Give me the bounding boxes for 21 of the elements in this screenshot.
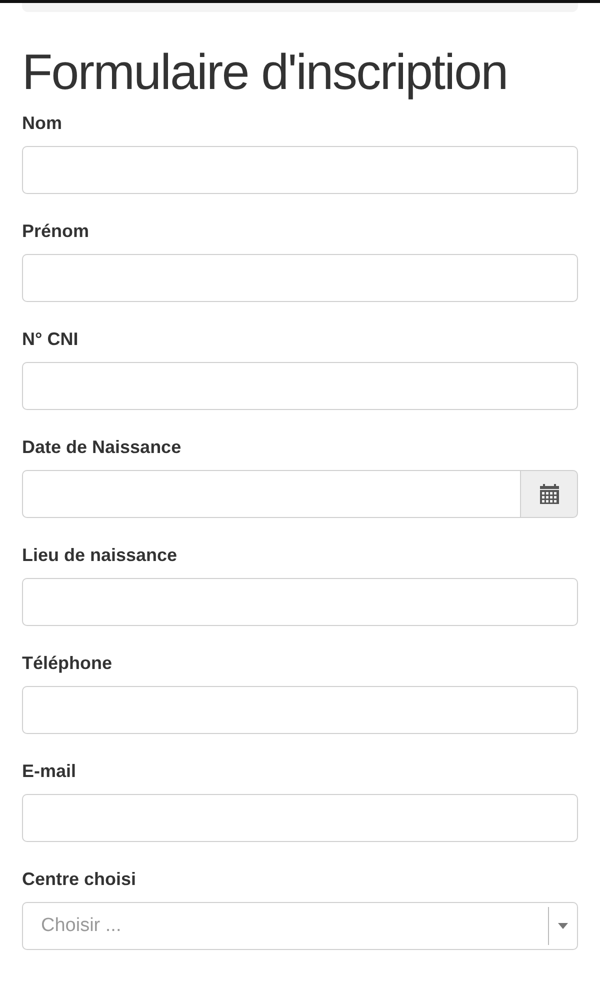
select-field[interactable]: Choisir ... [22,902,578,950]
select-placeholder: Choisir ... [40,914,122,938]
field-label: Date de Naissance [22,436,182,458]
calendar-button[interactable] [521,470,578,518]
form-title: Formulaire d'inscription [22,43,508,102]
field-label: N° CNI [22,328,80,350]
text-field[interactable] [22,794,578,842]
text-field[interactable] [22,686,578,734]
field-label: Prénom [22,220,90,242]
field-label: Téléphone [22,652,114,674]
field-label: E-mail [22,760,78,782]
field-label: Centre choisi [22,868,138,890]
text-field[interactable] [22,254,578,302]
text-field[interactable] [22,362,578,410]
text-field[interactable] [22,578,578,626]
date-field[interactable] [22,470,521,518]
field-label: Nom [22,112,63,134]
text-field[interactable] [22,146,578,194]
dropdown-caret-icon [558,923,568,929]
field-label: Lieu de naissance [22,544,178,566]
calendar-icon [540,484,558,504]
